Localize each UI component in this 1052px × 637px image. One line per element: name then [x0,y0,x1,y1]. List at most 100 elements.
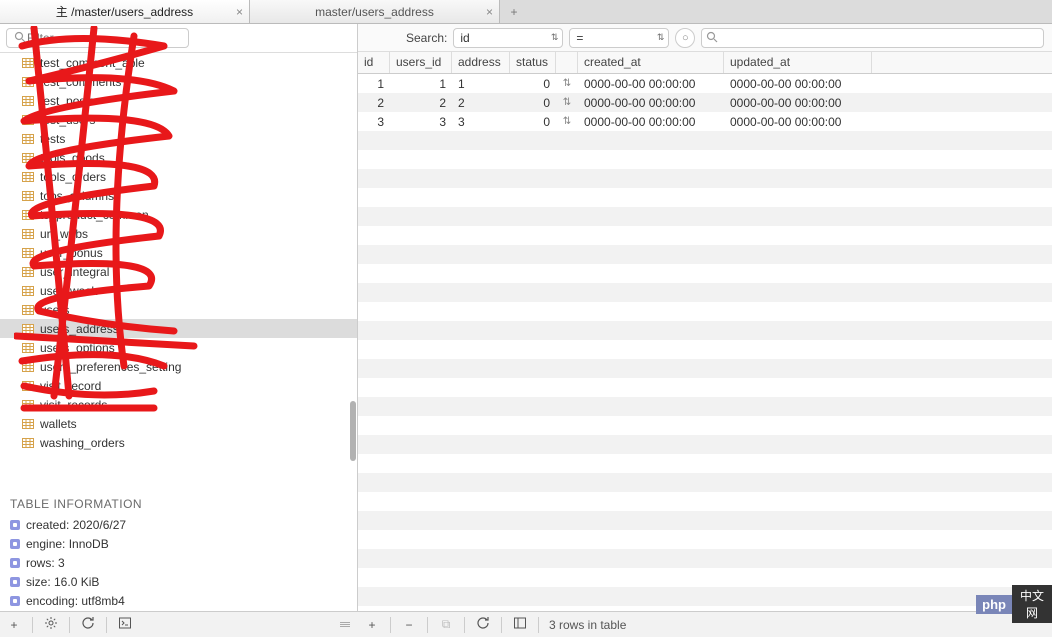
table-item[interactable]: test_comments [0,72,357,91]
table-item[interactable]: washing_orders [0,433,357,452]
info-item: engine: InnoDB [10,534,347,553]
table-row[interactable] [358,397,1052,416]
table-item[interactable]: test_users [0,110,357,129]
table-row[interactable] [358,511,1052,530]
info-text: engine: InnoDB [26,537,109,551]
table-row[interactable] [358,321,1052,340]
search-field-select[interactable]: id ⇅ [453,28,563,48]
grid-body[interactable]: 1110⇅0000-00-00 00:00:000000-00-00 00:00… [358,74,1052,637]
refresh-icon[interactable] [475,616,491,633]
search-operator-select[interactable]: = ⇅ [569,28,669,48]
table-row[interactable] [358,416,1052,435]
duplicate-icon[interactable]: ⧉ [438,617,454,632]
table-row[interactable] [358,283,1052,302]
col-created-at[interactable]: created_at [578,52,724,73]
table-label: url_webs [40,227,88,241]
add-icon[interactable]: + [6,618,22,632]
col-id[interactable]: id [358,52,390,73]
table-row[interactable] [358,549,1052,568]
table-row[interactable]: 1110⇅0000-00-00 00:00:000000-00-00 00:00… [358,74,1052,93]
table-row[interactable] [358,492,1052,511]
gear-icon[interactable] [43,616,59,633]
table-row[interactable] [358,188,1052,207]
table-row[interactable] [358,587,1052,606]
table-item[interactable]: wallets [0,414,357,433]
table-row[interactable] [358,207,1052,226]
table-label: ts_product_common [40,208,149,222]
table-row[interactable] [358,131,1052,150]
table-row[interactable] [358,245,1052,264]
table-row[interactable] [358,226,1052,245]
table-row[interactable]: 2220⇅0000-00-00 00:00:000000-00-00 00:00… [358,93,1052,112]
close-icon[interactable]: × [486,5,493,19]
table-item[interactable]: users_address [0,319,357,338]
table-item[interactable]: users_preferences_setting [0,357,357,376]
table-item[interactable]: ts_product_common [0,205,357,224]
table-item[interactable]: url_webs [0,224,357,243]
col-status[interactable]: status [510,52,556,73]
table-item[interactable]: test_posts [0,91,357,110]
resize-handle-icon[interactable] [338,622,352,627]
table-row[interactable] [358,264,1052,283]
search-input[interactable] [701,28,1044,48]
add-tab-button[interactable]: + [500,0,528,23]
panel-icon[interactable] [512,616,528,633]
search-row: Search: id ⇅ = ⇅ ○ [358,24,1052,52]
add-icon[interactable]: + [364,618,380,632]
table-label: users [40,303,69,317]
dot-icon [10,558,20,568]
table-row[interactable]: 3330⇅0000-00-00 00:00:000000-00-00 00:00… [358,112,1052,131]
table-row[interactable] [358,340,1052,359]
table-item[interactable]: users_options [0,338,357,357]
table-label: user_bonus [40,246,103,260]
table-item[interactable]: tests [0,129,357,148]
table-icon [22,286,34,296]
dot-icon [10,596,20,606]
console-icon[interactable] [117,616,133,633]
table-label: visit_record [40,379,101,393]
table-item[interactable]: toos_columns [0,186,357,205]
table-row[interactable] [358,150,1052,169]
refresh-icon[interactable] [80,616,96,633]
table-item[interactable]: user_wash [0,281,357,300]
table-row[interactable] [358,435,1052,454]
table-item[interactable]: test_comment_able [0,53,357,72]
table-label: tools_goods [40,151,105,165]
table-item[interactable]: user_bonus [0,243,357,262]
table-row[interactable] [358,359,1052,378]
table-item[interactable]: visit_record [0,376,357,395]
table-label: toos_columns [40,189,114,203]
scrollbar-thumb[interactable] [350,401,356,461]
table-row[interactable] [358,473,1052,492]
table-item[interactable]: user_integral [0,262,357,281]
updown-icon: ⇅ [551,32,559,43]
table-item[interactable]: tools_orders [0,167,357,186]
info-text: size: 16.0 KiB [26,575,99,589]
table-row[interactable] [358,568,1052,587]
table-icon [22,343,34,353]
table-label: test_users [40,113,95,127]
table-tree[interactable]: test_comment_abletest_commentstest_posts… [0,53,357,491]
tab-main-users-address[interactable]: 主 /master/users_address × [0,0,250,23]
col-address[interactable]: address [452,52,510,73]
table-row[interactable] [358,302,1052,321]
table-row[interactable] [358,530,1052,549]
close-icon[interactable]: × [236,5,243,19]
info-text: rows: 3 [26,556,65,570]
table-item[interactable]: visit_records [0,395,357,414]
table-icon [22,324,34,334]
col-updated-at[interactable]: updated_at [724,52,872,73]
info-item: rows: 3 [10,553,347,572]
table-row[interactable] [358,378,1052,397]
table-row[interactable] [358,454,1052,473]
remove-icon[interactable]: − [401,618,417,632]
col-sort[interactable] [556,52,578,73]
col-users-id[interactable]: users_id [390,52,452,73]
filter-input[interactable] [6,28,189,48]
tab-bar: 主 /master/users_address × master/users_a… [0,0,1052,24]
table-row[interactable] [358,169,1052,188]
tab-users-address[interactable]: master/users_address × [250,0,500,23]
table-item[interactable]: tools_goods [0,148,357,167]
clear-search-button[interactable]: ○ [675,28,695,48]
table-item[interactable]: users [0,300,357,319]
